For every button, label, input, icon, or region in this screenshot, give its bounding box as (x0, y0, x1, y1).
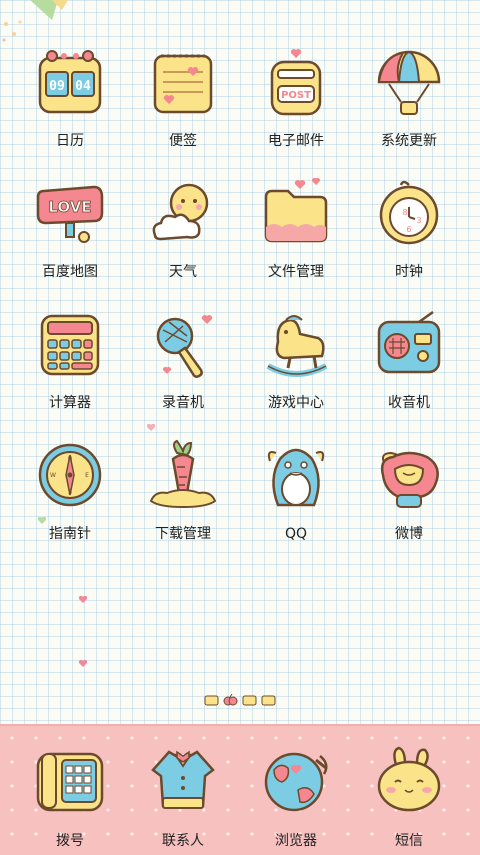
app-calculator[interactable]: 计算器 (10, 298, 130, 429)
app-label: 天气 (169, 264, 197, 280)
app-messages[interactable]: 短信 (349, 726, 469, 855)
bunting-decoration (30, 0, 68, 20)
bow-glove-icon (373, 439, 445, 511)
bunny-icon (373, 744, 445, 816)
penguin-icon (260, 439, 332, 511)
app-browser[interactable]: 浏览器 (236, 726, 356, 855)
app-label: 系统更新 (381, 133, 437, 149)
page-dot-icon (261, 695, 276, 706)
microphone-icon (147, 308, 219, 380)
svg-text:S: S (68, 489, 72, 496)
app-label: 短信 (395, 833, 423, 849)
app-radio[interactable]: 收音机 (349, 298, 469, 429)
svg-text:LOVE: LOVE (48, 198, 91, 216)
page-dot-current-icon (223, 694, 238, 706)
rocking-horse-icon (260, 308, 332, 380)
app-label: 便签 (169, 133, 197, 149)
app-label: 联系人 (162, 833, 204, 849)
app-calendar[interactable]: 09 04 日历 (10, 36, 130, 167)
app-weather[interactable]: 天气 (123, 167, 243, 298)
svg-text:8: 8 (402, 208, 407, 217)
app-label: QQ (284, 526, 308, 542)
calculator-icon (34, 308, 106, 380)
calendar-icon: 09 04 (34, 46, 106, 118)
app-label: 计算器 (49, 395, 91, 411)
svg-text:09: 09 (49, 79, 65, 94)
app-game-center[interactable]: 游戏中心 (236, 298, 356, 429)
page-dot-icon (204, 695, 219, 706)
app-email[interactable]: POST 电子邮件 (236, 36, 356, 167)
app-label: 浏览器 (275, 833, 317, 849)
sun-cloud-icon (147, 177, 219, 249)
app-clock[interactable]: 8 3 6 时钟 (349, 167, 469, 298)
app-label: 时钟 (395, 264, 423, 280)
app-label: 下载管理 (155, 526, 211, 542)
app-dialer[interactable]: 拨号 (10, 726, 130, 855)
folder-icon (260, 177, 332, 249)
notepad-icon (147, 46, 219, 118)
app-label: 日历 (56, 133, 84, 149)
love-sign-map-icon: LOVE (34, 177, 106, 249)
app-contacts[interactable]: 联系人 (123, 726, 243, 855)
globe-icon (260, 744, 332, 816)
app-label: 游戏中心 (268, 395, 324, 411)
heart-decoration (79, 596, 87, 603)
app-recorder[interactable]: 录音机 (123, 298, 243, 429)
app-file-manager[interactable]: 文件管理 (236, 167, 356, 298)
app-download-manager[interactable]: 下载管理 (123, 429, 243, 560)
svg-text:POST: POST (281, 90, 311, 101)
app-compass[interactable]: N S W E 指南针 (10, 429, 130, 560)
radio-icon (373, 308, 445, 380)
carrot-icon (147, 439, 219, 511)
svg-text:N: N (68, 456, 73, 463)
app-label: 百度地图 (42, 264, 98, 280)
app-qq[interactable]: QQ (236, 429, 356, 560)
svg-text:04: 04 (75, 79, 91, 94)
mailbox-icon: POST (260, 46, 332, 118)
contacts-jacket-icon (147, 744, 219, 816)
app-baidu-map[interactable]: LOVE 百度地图 (10, 167, 130, 298)
svg-text:3: 3 (416, 216, 421, 225)
dock: 拨号 联系人 浏览器 短信 (0, 724, 480, 855)
svg-text:E: E (85, 472, 89, 479)
svg-text:W: W (50, 472, 56, 479)
telephone-icon (34, 744, 106, 816)
app-label: 收音机 (388, 395, 430, 411)
app-system-update[interactable]: 系统更新 (349, 36, 469, 167)
app-label: 指南针 (49, 526, 91, 542)
app-label: 文件管理 (268, 264, 324, 280)
app-label: 电子邮件 (268, 133, 324, 149)
compass-icon: N S W E (34, 439, 106, 511)
page-indicator[interactable] (0, 694, 480, 706)
page-dot-icon (242, 695, 257, 706)
app-weibo[interactable]: 微博 (349, 429, 469, 560)
clock-icon: 8 3 6 (373, 177, 445, 249)
hot-air-balloon-icon (373, 46, 445, 118)
app-label: 微博 (395, 526, 423, 542)
app-label: 录音机 (162, 395, 204, 411)
app-label: 拨号 (56, 833, 84, 849)
app-notes[interactable]: 便签 (123, 36, 243, 167)
svg-text:6: 6 (406, 225, 411, 234)
heart-decoration (79, 660, 87, 667)
